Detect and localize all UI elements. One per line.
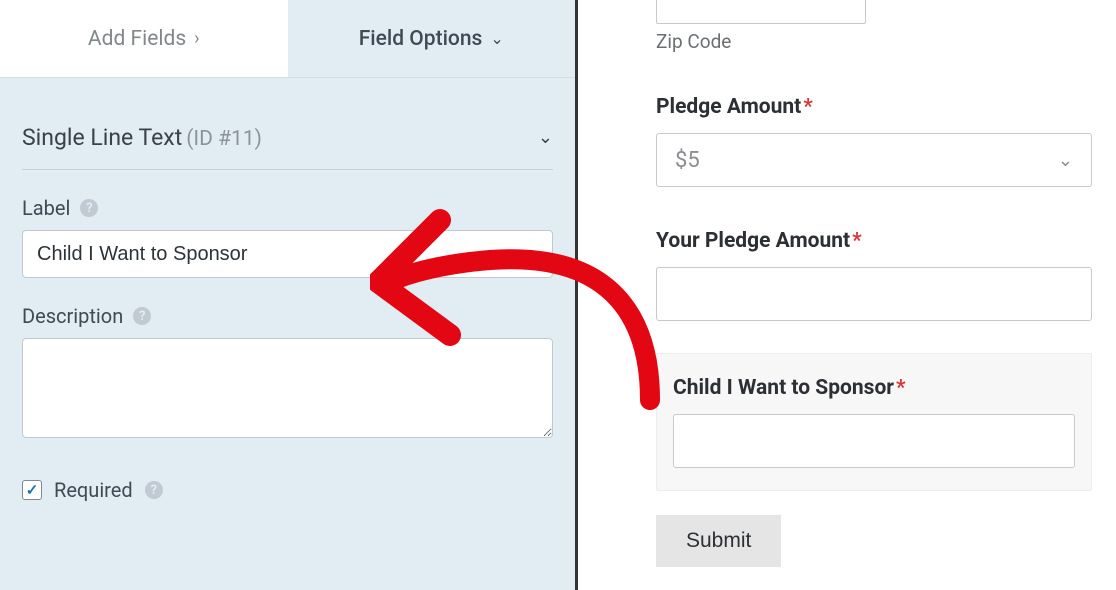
pledge-amount-label-text: Pledge Amount	[656, 95, 801, 119]
label-input[interactable]	[22, 230, 553, 278]
required-label: Required	[54, 478, 133, 502]
help-icon[interactable]: ?	[133, 307, 151, 325]
description-heading-text: Description	[22, 304, 123, 328]
description-heading: Description ?	[22, 304, 553, 328]
label-heading-text: Label	[22, 196, 70, 220]
field-header[interactable]: Single Line Text (ID #11) ⌄	[22, 100, 553, 170]
sponsor-label-text: Child I Want to Sponsor	[673, 376, 894, 400]
pledge-amount-select[interactable]: $5 ⌄	[656, 133, 1092, 187]
sponsor-label: Child I Want to Sponsor*	[673, 376, 1075, 400]
tab-add-fields-label: Add Fields	[88, 27, 186, 51]
label-heading: Label ?	[22, 196, 553, 220]
chevron-down-icon: ⌄	[1058, 150, 1073, 171]
selected-field-card[interactable]: Child I Want to Sponsor*	[656, 353, 1092, 491]
required-checkbox[interactable]: ✓	[22, 480, 42, 500]
field-title-wrap: Single Line Text (ID #11)	[22, 124, 262, 151]
help-icon[interactable]: ?	[145, 481, 163, 499]
tab-field-options[interactable]: Field Options ⌄	[288, 0, 576, 77]
submit-button[interactable]: Submit	[656, 515, 781, 567]
zip-row: Zip Code	[656, 0, 1092, 53]
pledge-amount-value: $5	[675, 148, 700, 173]
form-preview: Zip Code Pledge Amount* $5 ⌄ Your Pledge…	[578, 0, 1116, 590]
label-group: Label ?	[22, 196, 553, 278]
tab-field-options-label: Field Options	[359, 27, 483, 51]
collapse-icon[interactable]: ⌄	[538, 127, 553, 148]
sponsor-input[interactable]	[673, 414, 1075, 468]
field-options-panel: Add Fields › Field Options ⌄ Single Line…	[0, 0, 578, 590]
zip-label: Zip Code	[656, 30, 1092, 53]
required-row[interactable]: ✓ Required ?	[22, 478, 553, 502]
description-textarea[interactable]	[22, 338, 553, 438]
your-pledge-input[interactable]	[656, 267, 1092, 321]
panel-body: Single Line Text (ID #11) ⌄ Label ? Desc…	[0, 78, 575, 502]
tab-add-fields[interactable]: Add Fields ›	[0, 0, 288, 77]
required-asterisk: *	[896, 376, 906, 400]
zip-input[interactable]	[656, 0, 866, 24]
help-icon[interactable]: ?	[80, 199, 98, 217]
your-pledge-field: Your Pledge Amount*	[656, 229, 1092, 321]
required-asterisk: *	[803, 95, 813, 119]
required-asterisk: *	[852, 229, 862, 253]
chevron-right-icon: ›	[194, 28, 199, 49]
pledge-amount-label: Pledge Amount*	[656, 95, 1092, 119]
description-group: Description ?	[22, 304, 553, 442]
pledge-amount-field: Pledge Amount* $5 ⌄	[656, 95, 1092, 187]
chevron-down-icon: ⌄	[490, 29, 503, 48]
field-type-title: Single Line Text	[22, 124, 182, 151]
your-pledge-label-text: Your Pledge Amount	[656, 229, 850, 253]
field-id-text: (ID #11)	[186, 127, 262, 151]
panel-tabs: Add Fields › Field Options ⌄	[0, 0, 575, 78]
your-pledge-label: Your Pledge Amount*	[656, 229, 1092, 253]
